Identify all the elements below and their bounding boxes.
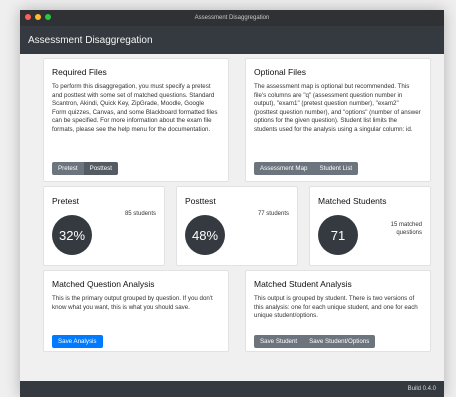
question-analysis-text: This is the primary output grouped by qu… [52,295,213,311]
optional-files-card: Optional Files The assessment map is opt… [245,58,431,182]
minimize-window-button[interactable] [35,14,41,20]
student-analysis-text: This output is grouped by student. There… [254,295,418,320]
question-analysis-card: Matched Question Analysis This is the pr… [43,270,229,352]
posttest-button[interactable]: Posttest [83,162,118,175]
assessment-map-button[interactable]: Assessment Map [254,162,314,175]
student-analysis-title: Matched Student Analysis [254,279,352,289]
matched-questions-count: 15 matched [390,222,422,228]
save-student-options-button[interactable]: Save Student/Options [303,335,376,348]
app-header: Assessment Disaggregation [20,26,444,54]
pretest-stat-title: Pretest [52,196,79,206]
pretest-stat-card: Pretest 85 students 32% [43,186,165,266]
optional-files-button-group: Assessment Map Student List [254,162,359,175]
required-files-title: Required Files [52,67,107,77]
pretest-score-circle: 32% [52,215,92,255]
window-titlebar: Assessment Disaggregation [20,10,444,26]
pretest-button[interactable]: Pretest [52,162,84,175]
window-controls [25,14,51,20]
question-analysis-title: Matched Question Analysis [52,279,155,289]
app-footer: Build 0.4.0 [20,381,444,397]
save-analysis-button[interactable]: Save Analysis [52,335,103,348]
pretest-student-count: 85 students [124,211,156,217]
student-analysis-card: Matched Student Analysis This output is … [245,270,431,352]
matched-students-title: Matched Students [318,196,387,206]
posttest-score-value: 48% [191,227,219,243]
close-window-button[interactable] [25,14,31,20]
matched-students-card: Matched Students 15 matched questions 71 [309,186,431,266]
build-version: Build 0.4.0 [407,386,436,392]
student-analysis-button-group: Save Student Save Student/Options [254,335,376,348]
maximize-window-button[interactable] [45,14,51,20]
posttest-student-count: 77 students [257,211,289,217]
required-files-card: Required Files To perform this disaggreg… [43,58,229,182]
pretest-score-value: 32% [58,227,86,243]
required-files-button-group: Pretest Posttest [52,162,118,175]
matched-students-value: 71 [330,227,346,243]
matched-questions-note: 15 matched questions [391,221,422,237]
matched-questions-label: questions [396,230,422,236]
posttest-stat-title: Posttest [185,196,216,206]
matched-students-circle: 71 [318,215,358,255]
student-list-button[interactable]: Student List [313,162,359,175]
posttest-stat-card: Posttest 77 students 48% [176,186,298,266]
required-files-text: To perform this disaggregation, you must… [52,83,218,133]
save-student-button[interactable]: Save Student [254,335,304,348]
window-title: Assessment Disaggregation [194,15,270,21]
app-window: Assessment Disaggregation Assessment Dis… [20,10,444,397]
app-title: Assessment Disaggregation [28,34,153,46]
optional-files-text: The assessment map is optional but recom… [254,83,421,133]
optional-files-title: Optional Files [254,67,306,77]
posttest-score-circle: 48% [185,215,225,255]
